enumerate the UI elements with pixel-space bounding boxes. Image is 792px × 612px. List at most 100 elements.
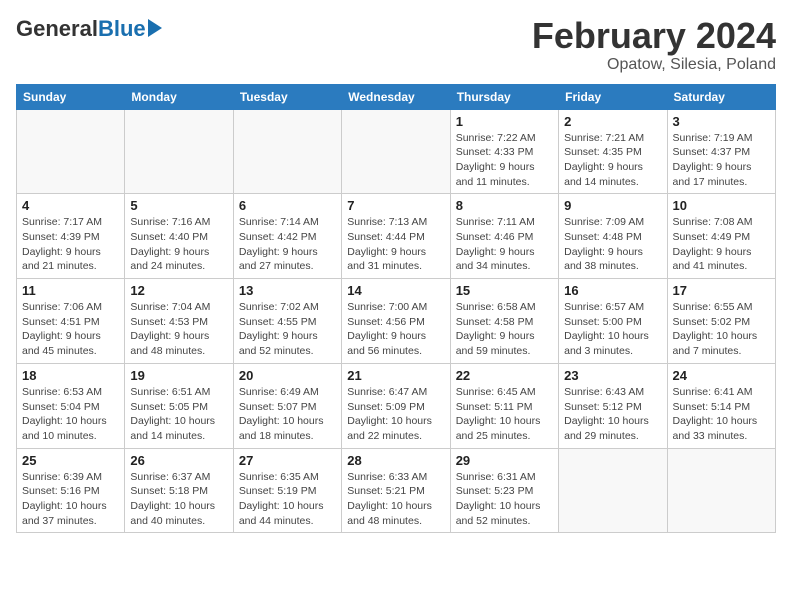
calendar-header-wednesday: Wednesday [342, 84, 450, 109]
day-number: 2 [564, 114, 661, 129]
day-info: Sunrise: 6:33 AM Sunset: 5:21 PM Dayligh… [347, 470, 444, 529]
day-info: Sunrise: 6:49 AM Sunset: 5:07 PM Dayligh… [239, 385, 336, 444]
day-info: Sunrise: 7:13 AM Sunset: 4:44 PM Dayligh… [347, 215, 444, 274]
calendar-cell: 17Sunrise: 6:55 AM Sunset: 5:02 PM Dayli… [667, 279, 775, 364]
day-number: 24 [673, 368, 770, 383]
day-number: 28 [347, 453, 444, 468]
calendar-cell: 21 Sunrise: 6:47 AM Sunset: 5:09 PM Dayli… [342, 363, 450, 448]
calendar-week-4: 25 Sunrise: 6:39 AM Sunset: 5:16 PM Dayli… [17, 448, 776, 533]
day-info: Sunrise: 7:08 AM Sunset: 4:49 PM Dayligh… [673, 215, 770, 274]
calendar-cell: 29 Sunrise: 6:31 AM Sunset: 5:23 PM Dayli… [450, 448, 558, 533]
day-number: 10 [673, 198, 770, 213]
day-number: 3 [673, 114, 770, 129]
calendar-header-row: SundayMondayTuesdayWednesdayThursdayFrid… [17, 84, 776, 109]
day-info: Sunrise: 6:43 AM Sunset: 5:12 PM Dayligh… [564, 385, 661, 444]
day-info: Sunrise: 7:16 AM Sunset: 4:40 PM Dayligh… [130, 215, 227, 274]
day-info: Sunrise: 7:00 AM Sunset: 4:56 PM Dayligh… [347, 300, 444, 359]
calendar-cell: 19Sunrise: 6:51 AM Sunset: 5:05 PM Dayli… [125, 363, 233, 448]
calendar-cell: 15 Sunrise: 6:58 AM Sunset: 4:58 PM Dayli… [450, 279, 558, 364]
day-info: Sunrise: 6:35 AM Sunset: 5:19 PM Dayligh… [239, 470, 336, 529]
calendar-cell: 2 Sunrise: 7:21 AM Sunset: 4:35 PM Daylig… [559, 109, 667, 194]
page-header: General Blue February 2024 Opatow, Siles… [16, 16, 776, 74]
day-info: Sunrise: 7:09 AM Sunset: 4:48 PM Dayligh… [564, 215, 661, 274]
calendar-week-0: 1Sunrise: 7:22 AM Sunset: 4:33 PM Daylig… [17, 109, 776, 194]
calendar-table: SundayMondayTuesdayWednesdayThursdayFrid… [16, 84, 776, 534]
day-info: Sunrise: 7:11 AM Sunset: 4:46 PM Dayligh… [456, 215, 553, 274]
day-info: Sunrise: 7:21 AM Sunset: 4:35 PM Dayligh… [564, 131, 661, 190]
day-number: 1 [456, 114, 553, 129]
calendar-header-sunday: Sunday [17, 84, 125, 109]
day-number: 13 [239, 283, 336, 298]
day-number: 15 [456, 283, 553, 298]
day-number: 7 [347, 198, 444, 213]
calendar-cell: 24 Sunrise: 6:41 AM Sunset: 5:14 PM Dayli… [667, 363, 775, 448]
calendar-cell: 4Sunrise: 7:17 AM Sunset: 4:39 PM Daylig… [17, 194, 125, 279]
day-info: Sunrise: 6:55 AM Sunset: 5:02 PM Dayligh… [673, 300, 770, 359]
day-info: Sunrise: 7:19 AM Sunset: 4:37 PM Dayligh… [673, 131, 770, 190]
day-number: 14 [347, 283, 444, 298]
day-number: 12 [130, 283, 227, 298]
day-info: Sunrise: 7:04 AM Sunset: 4:53 PM Dayligh… [130, 300, 227, 359]
day-info: Sunrise: 6:37 AM Sunset: 5:18 PM Dayligh… [130, 470, 227, 529]
calendar-cell: 25 Sunrise: 6:39 AM Sunset: 5:16 PM Dayli… [17, 448, 125, 533]
day-info: Sunrise: 7:02 AM Sunset: 4:55 PM Dayligh… [239, 300, 336, 359]
calendar-cell: 5 Sunrise: 7:16 AM Sunset: 4:40 PM Daylig… [125, 194, 233, 279]
calendar-cell: 14 Sunrise: 7:00 AM Sunset: 4:56 PM Dayli… [342, 279, 450, 364]
logo: General Blue [16, 16, 162, 42]
calendar-cell: 6Sunrise: 7:14 AM Sunset: 4:42 PM Daylig… [233, 194, 341, 279]
calendar-cell [17, 109, 125, 194]
day-number: 16 [564, 283, 661, 298]
calendar-cell: 3 Sunrise: 7:19 AM Sunset: 4:37 PM Daylig… [667, 109, 775, 194]
day-info: Sunrise: 6:41 AM Sunset: 5:14 PM Dayligh… [673, 385, 770, 444]
calendar-cell: 22Sunrise: 6:45 AM Sunset: 5:11 PM Dayli… [450, 363, 558, 448]
day-number: 8 [456, 198, 553, 213]
calendar-header-saturday: Saturday [667, 84, 775, 109]
calendar-cell: 11Sunrise: 7:06 AM Sunset: 4:51 PM Dayli… [17, 279, 125, 364]
calendar-cell: 28 Sunrise: 6:33 AM Sunset: 5:21 PM Dayli… [342, 448, 450, 533]
day-number: 21 [347, 368, 444, 383]
calendar-cell: 13 Sunrise: 7:02 AM Sunset: 4:55 PM Dayli… [233, 279, 341, 364]
day-number: 18 [22, 368, 119, 383]
day-number: 9 [564, 198, 661, 213]
day-info: Sunrise: 6:31 AM Sunset: 5:23 PM Dayligh… [456, 470, 553, 529]
calendar-header-monday: Monday [125, 84, 233, 109]
calendar-cell [233, 109, 341, 194]
calendar-week-2: 11Sunrise: 7:06 AM Sunset: 4:51 PM Dayli… [17, 279, 776, 364]
location: Opatow, Silesia, Poland [532, 56, 776, 74]
calendar-cell [125, 109, 233, 194]
day-info: Sunrise: 6:39 AM Sunset: 5:16 PM Dayligh… [22, 470, 119, 529]
calendar-cell: 8 Sunrise: 7:11 AM Sunset: 4:46 PM Daylig… [450, 194, 558, 279]
day-number: 20 [239, 368, 336, 383]
calendar-cell: 7 Sunrise: 7:13 AM Sunset: 4:44 PM Daylig… [342, 194, 450, 279]
day-number: 5 [130, 198, 227, 213]
calendar-cell: 26 Sunrise: 6:37 AM Sunset: 5:18 PM Dayli… [125, 448, 233, 533]
calendar-header-tuesday: Tuesday [233, 84, 341, 109]
calendar-cell: 18 Sunrise: 6:53 AM Sunset: 5:04 PM Dayli… [17, 363, 125, 448]
calendar-cell [559, 448, 667, 533]
calendar-cell: 12 Sunrise: 7:04 AM Sunset: 4:53 PM Dayli… [125, 279, 233, 364]
calendar-cell: 10 Sunrise: 7:08 AM Sunset: 4:49 PM Dayli… [667, 194, 775, 279]
day-number: 29 [456, 453, 553, 468]
calendar-week-3: 18 Sunrise: 6:53 AM Sunset: 5:04 PM Dayli… [17, 363, 776, 448]
calendar-cell: 9 Sunrise: 7:09 AM Sunset: 4:48 PM Daylig… [559, 194, 667, 279]
month-year: February 2024 [532, 16, 776, 56]
day-number: 25 [22, 453, 119, 468]
calendar-cell: 20 Sunrise: 6:49 AM Sunset: 5:07 PM Dayli… [233, 363, 341, 448]
day-number: 26 [130, 453, 227, 468]
title-block: February 2024 Opatow, Silesia, Poland [532, 16, 776, 74]
logo-general: General [16, 16, 98, 42]
day-info: Sunrise: 6:47 AM Sunset: 5:09 PM Dayligh… [347, 385, 444, 444]
calendar-cell: 27Sunrise: 6:35 AM Sunset: 5:19 PM Dayli… [233, 448, 341, 533]
day-number: 6 [239, 198, 336, 213]
day-number: 23 [564, 368, 661, 383]
calendar-cell: 1Sunrise: 7:22 AM Sunset: 4:33 PM Daylig… [450, 109, 558, 194]
day-info: Sunrise: 6:57 AM Sunset: 5:00 PM Dayligh… [564, 300, 661, 359]
day-info: Sunrise: 7:17 AM Sunset: 4:39 PM Dayligh… [22, 215, 119, 274]
day-info: Sunrise: 6:53 AM Sunset: 5:04 PM Dayligh… [22, 385, 119, 444]
calendar-cell: 16 Sunrise: 6:57 AM Sunset: 5:00 PM Dayli… [559, 279, 667, 364]
calendar-header-friday: Friday [559, 84, 667, 109]
day-number: 11 [22, 283, 119, 298]
calendar-cell [342, 109, 450, 194]
day-info: Sunrise: 6:58 AM Sunset: 4:58 PM Dayligh… [456, 300, 553, 359]
calendar-cell: 23 Sunrise: 6:43 AM Sunset: 5:12 PM Dayli… [559, 363, 667, 448]
